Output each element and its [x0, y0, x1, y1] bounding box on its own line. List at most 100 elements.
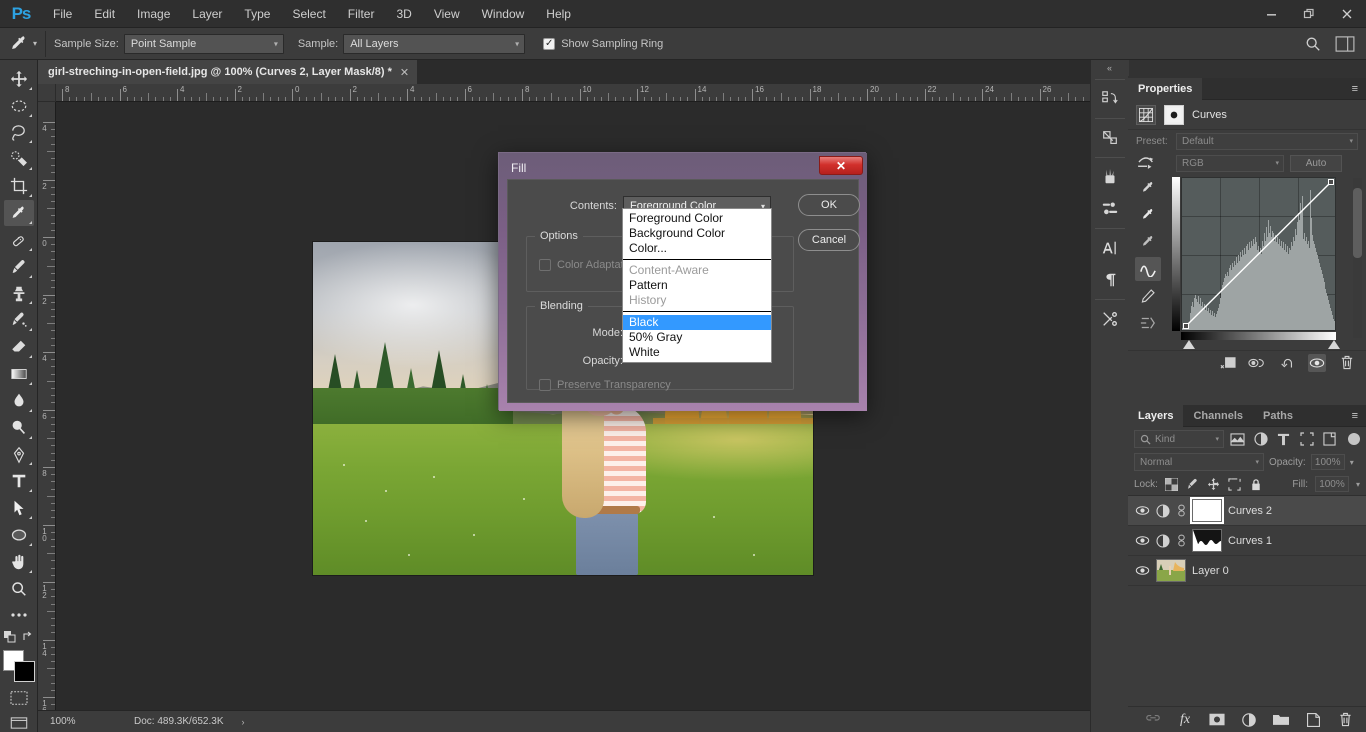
lasso-tool[interactable] [4, 120, 34, 146]
vertical-ruler[interactable]: 4 2 0 2 4 6 8 10 12 14 16 [38, 102, 56, 710]
lock-image-pixels-icon[interactable] [1186, 477, 1200, 491]
lock-position-icon[interactable] [1207, 477, 1221, 491]
curve-point-black[interactable] [1183, 323, 1189, 329]
white-point-eyedropper-icon[interactable] [1135, 203, 1161, 227]
toggle-visibility-icon[interactable] [1308, 353, 1326, 372]
lock-all-icon[interactable] [1249, 477, 1263, 491]
gray-point-eyedropper-icon[interactable] [1135, 230, 1161, 254]
filter-shape-icon[interactable] [1297, 430, 1316, 448]
dropdown-item[interactable]: Foreground Color [623, 211, 771, 226]
hand-tool[interactable] [4, 549, 34, 575]
curves-editor[interactable] [1128, 174, 1366, 350]
preserve-transparency-checkbox[interactable]: Preserve Transparency [539, 379, 671, 391]
zoom-tool[interactable] [4, 576, 34, 602]
layer-mask-thumbnail-icon[interactable] [1164, 104, 1184, 125]
delete-layer-icon[interactable] [1336, 711, 1354, 729]
close-button[interactable] [1328, 0, 1366, 28]
brush-tool[interactable] [4, 254, 34, 280]
curves-graph[interactable] [1181, 177, 1336, 331]
spot-healing-brush-tool[interactable] [4, 227, 34, 253]
quick-mask-icon[interactable] [9, 690, 29, 709]
chevron-down-icon[interactable]: ▾ [1356, 480, 1360, 489]
filter-pixel-icon[interactable] [1228, 430, 1247, 448]
move-tool[interactable] [4, 66, 34, 92]
menu-window[interactable]: Window [471, 0, 536, 28]
eye-icon[interactable] [1134, 505, 1150, 516]
curve-target-adjust-icon[interactable] [1136, 154, 1170, 173]
menu-type[interactable]: Type [233, 0, 281, 28]
delete-icon[interactable] [1338, 354, 1356, 372]
paragraph-icon[interactable] [1093, 265, 1127, 295]
layer-mask-thumbnail[interactable] [1192, 529, 1222, 552]
table-row[interactable]: Curves 2 [1128, 496, 1366, 526]
filter-type-icon[interactable] [1274, 430, 1293, 448]
eye-icon[interactable] [1134, 565, 1150, 576]
menu-help[interactable]: Help [535, 0, 582, 28]
type-tool[interactable] [4, 468, 34, 494]
ok-button[interactable]: OK [798, 194, 860, 216]
blur-tool[interactable] [4, 388, 34, 414]
mask-link-icon[interactable] [1176, 504, 1186, 517]
link-layers-icon[interactable] [1144, 711, 1162, 729]
show-sampling-ring-checkbox[interactable]: ✓ Show Sampling Ring [543, 37, 668, 50]
expand-panels-icon[interactable]: « [1090, 60, 1129, 76]
swap-colors-icon[interactable] [22, 631, 34, 645]
curve-point-white[interactable] [1328, 179, 1334, 185]
tool-presets-icon[interactable] [1093, 304, 1127, 334]
filter-kind-select[interactable]: Kind ▾ [1134, 430, 1224, 448]
table-row[interactable]: Curves 1 [1128, 526, 1366, 556]
opacity-value[interactable]: 100% [1310, 454, 1345, 470]
smooth-curve-icon[interactable] [1135, 257, 1161, 281]
tab-layers[interactable]: Layers [1128, 404, 1184, 427]
default-colors-icon[interactable] [3, 631, 16, 645]
character-icon[interactable] [1093, 233, 1127, 263]
reset-icon[interactable] [1278, 354, 1296, 372]
clone-stamp-tool[interactable] [4, 281, 34, 307]
gradient-tool[interactable] [4, 361, 34, 387]
contents-dropdown-list[interactable]: Foreground Color Background Color Color...… [622, 208, 772, 363]
sample-size-select[interactable]: Point Sample ▾ [123, 33, 284, 54]
menu-view[interactable]: View [423, 0, 471, 28]
menu-edit[interactable]: Edit [83, 0, 126, 28]
dropdown-item[interactable]: White [623, 345, 771, 360]
brush-presets-icon[interactable] [1093, 194, 1127, 224]
chevron-down-icon[interactable]: ▾ [1350, 458, 1354, 467]
curve-pencil-icon[interactable] [1135, 284, 1161, 308]
eraser-tool[interactable] [4, 334, 34, 360]
status-menu-arrow-icon[interactable]: › [224, 717, 245, 727]
menu-3d[interactable]: 3D [385, 0, 422, 28]
pen-tool[interactable] [4, 442, 34, 468]
mask-link-icon[interactable] [1176, 534, 1186, 547]
menu-layer[interactable]: Layer [181, 0, 233, 28]
view-previous-state-icon[interactable] [1248, 354, 1266, 372]
layer-thumbnail[interactable] [1156, 559, 1186, 582]
black-input-slider[interactable] [1183, 340, 1195, 349]
tool-preset-picker[interactable]: ▾ [8, 30, 47, 57]
panel-menu-icon[interactable]: ≡ [1352, 78, 1366, 100]
close-icon[interactable]: ✕ [819, 156, 863, 175]
properties-scrollbar[interactable] [1353, 178, 1362, 338]
background-color-swatch[interactable] [13, 661, 35, 683]
filter-smart-object-icon[interactable] [1320, 430, 1339, 448]
new-group-icon[interactable] [1272, 711, 1290, 729]
filter-enable-toggle[interactable] [1348, 433, 1360, 445]
preset-select[interactable]: Default ▾ [1176, 132, 1358, 150]
tab-properties[interactable]: Properties [1128, 77, 1203, 100]
sample-select[interactable]: All Layers ▾ [343, 33, 526, 54]
auto-button[interactable]: Auto [1290, 154, 1342, 172]
menu-select[interactable]: Select [281, 0, 336, 28]
layer-comps-icon[interactable] [1093, 123, 1127, 153]
channel-select[interactable]: RGB ▾ [1176, 154, 1284, 172]
white-input-slider[interactable] [1328, 340, 1340, 349]
document-tab[interactable]: girl-streching-in-open-field.jpg @ 100% … [38, 60, 419, 84]
search-icon[interactable] [1300, 31, 1326, 57]
history-icon[interactable] [1093, 84, 1127, 114]
eyedropper-tool[interactable] [3, 200, 34, 226]
filter-adjustment-icon[interactable] [1251, 430, 1270, 448]
history-brush-tool[interactable] [4, 307, 34, 333]
clip-to-layer-icon[interactable] [1218, 354, 1236, 372]
dodge-tool[interactable] [4, 415, 34, 441]
screen-mode-icon[interactable] [10, 717, 28, 732]
sample-in-image-icon[interactable] [1135, 176, 1161, 200]
dropdown-item[interactable]: Pattern [623, 278, 771, 293]
